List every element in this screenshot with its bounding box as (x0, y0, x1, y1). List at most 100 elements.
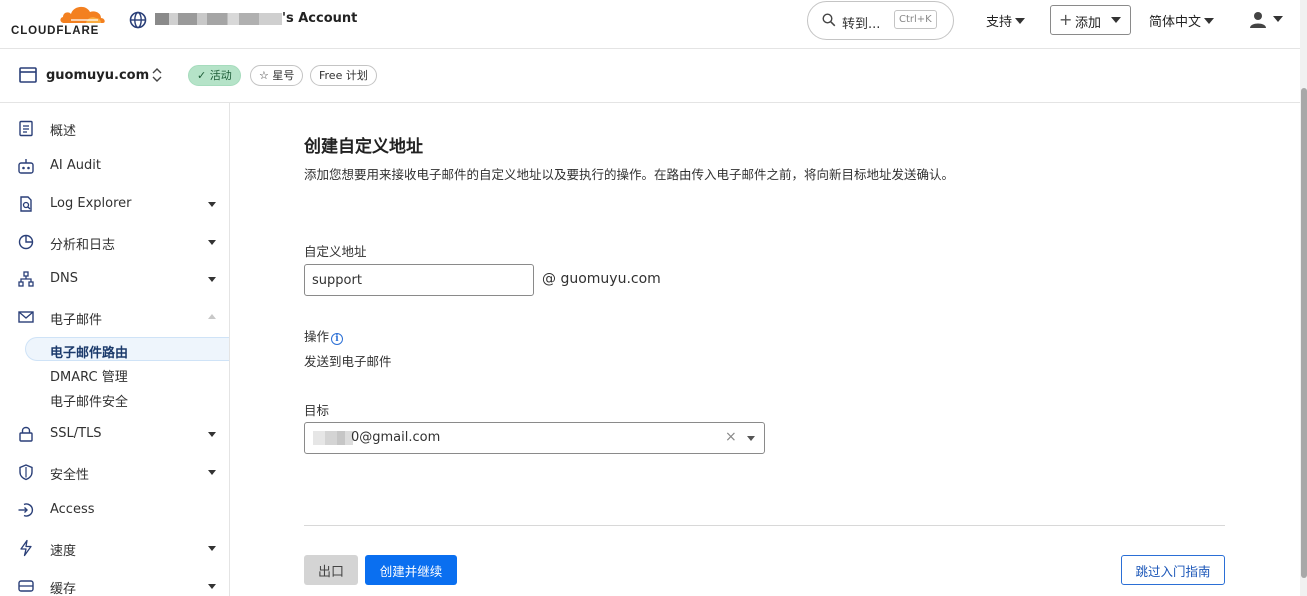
pie-chart-icon (18, 234, 34, 250)
chevron-down-icon (1204, 18, 1215, 24)
status-badge: ✓ 活动 (188, 65, 241, 86)
sidebar-item-analytics[interactable]: 分析和日志 (0, 224, 229, 260)
search-icon (822, 13, 836, 27)
plus-icon: + (1059, 10, 1073, 29)
chevron-down-icon (208, 432, 216, 437)
search-button[interactable]: 转到... Ctrl+K (807, 1, 954, 40)
star-button[interactable]: ☆ 星号 (250, 65, 304, 86)
support-menu[interactable]: 支持 (986, 11, 1026, 30)
language-menu[interactable]: 简体中文 (1149, 11, 1215, 30)
chevron-down-icon (208, 202, 216, 207)
star-icon: ☆ (259, 69, 269, 82)
plan-badge[interactable]: Free 计划 (310, 65, 377, 86)
sidebar-item-email[interactable]: 电子邮件 (0, 299, 229, 335)
document-search-icon (20, 196, 32, 212)
clipboard-icon (19, 120, 33, 137)
network-icon (18, 271, 34, 287)
skip-onboarding-button[interactable]: 跳过入门指南 (1121, 555, 1225, 585)
chevron-down-icon[interactable] (747, 436, 755, 441)
zone-name[interactable]: guomuyu.com (46, 68, 149, 83)
language-label: 简体中文 (1149, 15, 1202, 30)
top-header: CLOUDFLARE 's Account 转到... Ctrl+K 支持 + … (0, 0, 1307, 49)
zone-switcher-icon[interactable] (151, 66, 163, 84)
exit-button[interactable]: 出口 (304, 555, 358, 585)
page-title: 创建自定义地址 (304, 137, 423, 157)
lock-icon (19, 426, 33, 442)
sidebar-item-label: 速度 (50, 544, 77, 559)
sidebar-item-label: 电子邮件 (50, 313, 103, 328)
sidebar-item-label: DNS (50, 271, 78, 286)
sidebar-subitem-dmarc[interactable]: DMARC 管理 (50, 366, 128, 385)
sidebar-item-overview[interactable]: 概述 (0, 110, 229, 146)
sidebar-subitem-email-routing[interactable]: 电子邮件路由 (25, 337, 229, 361)
shortcut-hint: Ctrl+K (894, 10, 937, 29)
target-select[interactable]: 0@gmail.com × (304, 422, 765, 454)
custom-address-label: 自定义地址 (304, 244, 367, 259)
add-button[interactable]: + 添加 (1050, 5, 1131, 35)
sidebar-subitem-email-security[interactable]: 电子邮件安全 (50, 391, 128, 410)
cloud-logo-icon (60, 6, 105, 24)
chevron-up-icon (208, 314, 216, 319)
sidebar-item-ssl-tls[interactable]: SSL/TLS (0, 416, 229, 452)
account-name-redacted (155, 13, 282, 25)
chevron-down-icon (208, 470, 216, 475)
account-name[interactable]: 's Account (282, 11, 357, 26)
sidebar-item-label: Access (50, 502, 95, 517)
target-value: 0@gmail.com (351, 430, 441, 445)
scrollbar[interactable] (1300, 0, 1307, 596)
action-value: 发送到电子邮件 (304, 354, 392, 369)
shield-icon (19, 464, 33, 481)
chevron-down-icon (208, 584, 216, 589)
search-label: 转到... (842, 17, 881, 32)
page-description: 添加您想要用来接收电子邮件的自定义地址以及要执行的操作。在路由传入电子邮件之前，… (304, 167, 955, 182)
cloudflare-logo[interactable]: CLOUDFLARE (10, 2, 110, 42)
sidebar: 概述 AI Audit Log Explorer 分析和日志 DNS 电子邮件 … (0, 103, 230, 596)
chevron-down-icon (208, 546, 216, 551)
create-continue-button[interactable]: 创建并继续 (365, 555, 457, 585)
globe-icon (129, 11, 147, 29)
info-icon[interactable]: i (331, 333, 344, 345)
status-label: 活动 (209, 69, 232, 82)
action-label: 操作 (304, 329, 330, 344)
address-domain: @ guomuyu.com (542, 271, 661, 287)
divider (304, 525, 1225, 526)
main-content: 创建自定义地址 添加您想要用来接收电子邮件的自定义地址以及要执行的操作。在路由传… (231, 103, 1300, 596)
browser-window-icon (19, 67, 37, 83)
sidebar-item-dns[interactable]: DNS (0, 261, 229, 297)
bolt-icon (20, 539, 32, 557)
sidebar-item-security[interactable]: 安全性 (0, 454, 229, 490)
action-label-row: 操作 i (304, 326, 344, 345)
sidebar-item-label: SSL/TLS (50, 426, 102, 441)
chevron-down-icon[interactable] (1273, 16, 1283, 22)
add-label: 添加 (1075, 16, 1102, 31)
robot-icon (18, 159, 34, 174)
logo-wordmark: CLOUDFLARE (11, 25, 100, 37)
support-label: 支持 (986, 15, 1013, 30)
scrollbar-thumb[interactable] (1301, 88, 1307, 578)
sidebar-item-label: 缓存 (50, 582, 77, 596)
sidebar-item-ai-audit[interactable]: AI Audit (0, 148, 229, 184)
star-label: 星号 (272, 69, 295, 82)
user-icon[interactable] (1249, 11, 1267, 29)
custom-address-input[interactable] (304, 264, 534, 296)
chevron-down-icon (208, 240, 216, 245)
cache-icon (18, 580, 34, 592)
sidebar-item-cache[interactable]: 缓存 (0, 568, 229, 596)
plan-label: Free 计划 (319, 69, 368, 82)
sidebar-item-label: 概述 (50, 124, 77, 139)
target-label: 目标 (304, 403, 330, 418)
sidebar-item-log-explorer[interactable]: Log Explorer (0, 186, 229, 222)
clear-icon[interactable]: × (725, 429, 737, 445)
zone-bar: guomuyu.com ✓ 活动 ☆ 星号 Free 计划 (0, 49, 1300, 103)
sidebar-item-label: 安全性 (50, 468, 90, 483)
sidebar-subitem-label: 电子邮件路由 (50, 346, 129, 361)
target-email-redacted (313, 431, 353, 445)
sidebar-item-speed[interactable]: 速度 (0, 530, 229, 566)
mail-icon (18, 311, 34, 323)
chevron-down-icon (208, 277, 216, 282)
sidebar-item-label: Log Explorer (50, 196, 132, 211)
chevron-down-icon (1015, 18, 1026, 24)
sidebar-item-label: 分析和日志 (50, 238, 116, 253)
sidebar-item-access[interactable]: Access (0, 492, 229, 528)
sidebar-item-label: AI Audit (50, 158, 101, 173)
